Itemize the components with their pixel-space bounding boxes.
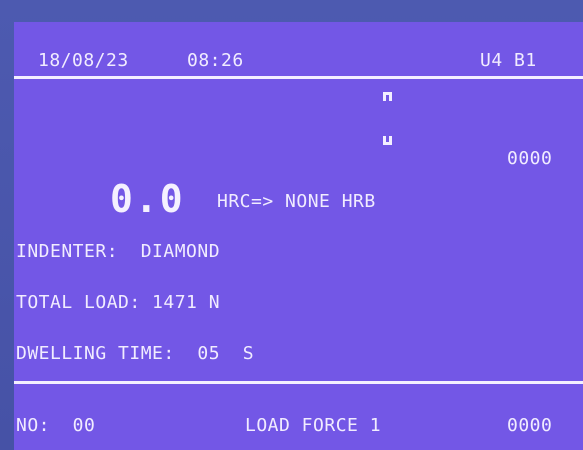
header-divider: [14, 76, 583, 79]
top-bracket-icon: [383, 92, 392, 101]
right-counter: 0000: [507, 148, 553, 169]
scale-conversion-label: HRC=> NONE HRB: [217, 191, 376, 212]
unit-code-display: U4 B1: [480, 50, 537, 71]
footer-counter: 0000: [507, 415, 553, 436]
hardness-value: 0.0: [110, 177, 185, 221]
total-load-setting: TOTAL LOAD: 1471 N: [16, 292, 221, 313]
dwelling-time-setting: DWELLING TIME: 05 S: [16, 343, 255, 364]
indenter-setting: INDENTER: DIAMOND: [16, 241, 221, 262]
load-force-label: LOAD FORCE 1: [245, 415, 382, 436]
date-display: 18/08/23: [38, 50, 129, 71]
test-number: NO: 00: [16, 415, 96, 436]
time-display: 08:26: [187, 50, 244, 71]
lcd-screen: [14, 22, 583, 450]
footer-divider: [14, 381, 583, 384]
bottom-bracket-icon: [383, 136, 392, 145]
